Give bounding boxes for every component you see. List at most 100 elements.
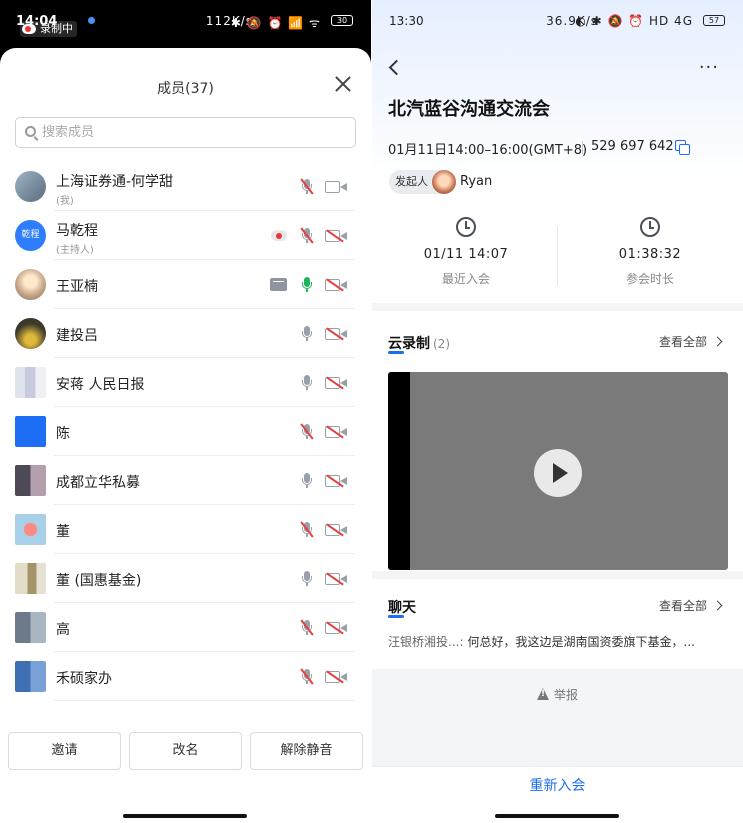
chat-preview[interactable]: 汪银桥湘投...: 何总好，我这边是湖南国资委旗下基金，...	[388, 633, 728, 650]
host-avatar	[432, 170, 456, 194]
mic-muted-icon[interactable]	[300, 668, 314, 685]
report-label: 举报	[553, 688, 578, 702]
member-name: 董 (国惠基金)	[56, 573, 142, 589]
member-row[interactable]: 禾硕家办	[0, 652, 371, 701]
close-icon[interactable]	[335, 76, 351, 92]
mic-icon[interactable]	[302, 473, 312, 488]
warning-icon	[536, 688, 550, 700]
notification-dot-icon	[88, 17, 95, 24]
camera-off-icon[interactable]	[325, 376, 347, 390]
rejoin-bar: 重新入会	[372, 766, 743, 823]
mic-icon[interactable]	[302, 326, 312, 341]
duration-stat: 01:38:32 参会时长	[570, 217, 730, 287]
avatar	[15, 465, 46, 496]
avatar	[15, 171, 46, 202]
chat-message: 何总好，我这边是湖南国资委旗下基金，...	[467, 635, 695, 649]
last-join-stat: 01/11 14:07 最近入会	[386, 217, 546, 287]
camera-off-icon[interactable]	[325, 523, 347, 537]
mic-muted-icon[interactable]	[300, 178, 314, 195]
stat-value: 01/11 14:07	[423, 247, 509, 262]
title-underline	[388, 615, 404, 618]
meeting-header: 13:30 36.9K/s ◐ ✱ 🔕 ⏰ HD 4G 57 ··· 北汽蓝谷沟…	[372, 0, 743, 303]
member-row[interactable]: 董	[0, 505, 371, 554]
member-name: 成都立华私募	[56, 475, 140, 491]
camera-off-icon[interactable]	[325, 425, 347, 439]
recording-indicator[interactable]: 录制中	[20, 21, 77, 37]
camera-off-icon[interactable]	[325, 278, 347, 292]
home-indicator[interactable]	[123, 814, 247, 818]
clock-icon	[640, 217, 660, 237]
cloud-recording-section: 云录制 (2) 查看全部	[372, 311, 743, 571]
avatar: 乾程	[15, 220, 46, 251]
stat-value: 01:38:32	[618, 247, 682, 262]
member-row[interactable]: 乾程 马乾程 (主持人)	[0, 211, 371, 260]
camera-off-icon[interactable]	[325, 327, 347, 341]
sheet-title: 成员(37)	[157, 81, 214, 97]
camera-off-icon[interactable]	[325, 229, 347, 243]
section-title: 云录制 (2)	[388, 333, 450, 353]
view-all-chat[interactable]: 查看全部	[659, 597, 707, 614]
mic-muted-icon[interactable]	[300, 227, 314, 244]
member-row[interactable]: 上海证券通-何学甜 (我)	[0, 162, 371, 211]
avatar	[15, 367, 46, 398]
home-indicator[interactable]	[495, 814, 619, 818]
cloud-record-icon	[22, 24, 36, 34]
member-actions: 邀请 改名 解除静音	[0, 732, 371, 776]
member-role: (我)	[56, 196, 74, 207]
chat-sender: 汪银桥湘投...:	[388, 635, 464, 649]
avatar	[15, 563, 46, 594]
chat-section: 聊天 查看全部 汪银桥湘投...: 何总好，我这边是湖南国资委旗下基金，...	[372, 579, 743, 669]
status-bar: 13:30 36.9K/s ◐ ✱ 🔕 ⏰ HD 4G 57	[372, 0, 743, 40]
host-name: Ryan	[460, 174, 493, 189]
stat-divider	[557, 226, 558, 286]
avatar	[15, 514, 46, 545]
invite-button[interactable]: 邀请	[8, 732, 121, 770]
view-all-recordings[interactable]: 查看全部	[659, 333, 707, 350]
chevron-right-icon[interactable]	[712, 600, 723, 611]
camera-off-icon[interactable]	[325, 572, 347, 586]
mic-muted-icon[interactable]	[300, 619, 314, 636]
rename-button[interactable]: 改名	[129, 732, 242, 770]
recording-thumbnail[interactable]	[388, 372, 728, 570]
more-options-icon[interactable]: ···	[699, 59, 719, 77]
status-time: 13:30	[389, 14, 424, 28]
recording-label: 录制中	[40, 22, 73, 35]
members-sheet: 成员(37) 上海证券通-何学甜 (我) 乾程 马乾程 (主持人)	[0, 48, 371, 823]
camera-off-icon[interactable]	[325, 474, 347, 488]
rejoin-button[interactable]: 重新入会	[372, 775, 743, 795]
play-icon[interactable]	[534, 449, 582, 497]
mic-on-icon[interactable]	[302, 277, 312, 292]
status-icons: ✱ 🔕 ⏰ 📶 ᯤ	[230, 16, 321, 30]
camera-off-icon[interactable]	[325, 670, 347, 684]
meeting-id: 529 697 642	[591, 139, 674, 154]
member-row[interactable]: 建投吕	[0, 309, 371, 358]
avatar	[15, 612, 46, 643]
member-row[interactable]: 王亚楠	[0, 260, 371, 309]
camera-on-icon[interactable]	[325, 181, 347, 193]
report-link[interactable]: 举报	[372, 686, 743, 703]
member-row[interactable]: 安蒋 人民日报	[0, 358, 371, 407]
mic-muted-icon[interactable]	[300, 521, 314, 538]
mic-icon[interactable]	[302, 571, 312, 586]
camera-off-icon[interactable]	[325, 621, 347, 635]
member-search[interactable]	[15, 117, 356, 148]
stat-label: 参会时长	[625, 272, 674, 286]
member-row[interactable]: 高	[0, 603, 371, 652]
member-row[interactable]: 成都立华私募	[0, 456, 371, 505]
recording-count: (2)	[433, 337, 450, 351]
copy-icon[interactable]	[675, 140, 690, 155]
member-list[interactable]: 上海证券通-何学甜 (我) 乾程 马乾程 (主持人) 王亚楠 建投吕 安蒋 人民…	[0, 162, 371, 722]
chevron-right-icon[interactable]	[712, 336, 723, 347]
member-row[interactable]: 董 (国惠基金)	[0, 554, 371, 603]
back-icon[interactable]	[388, 59, 405, 76]
unmute-all-button[interactable]: 解除静音	[250, 732, 363, 770]
avatar	[15, 661, 46, 692]
member-name: 安蒋 人民日报	[56, 377, 145, 393]
mic-icon[interactable]	[302, 375, 312, 390]
search-input[interactable]	[42, 118, 342, 147]
mic-muted-icon[interactable]	[300, 423, 314, 440]
member-row[interactable]: 陈	[0, 407, 371, 456]
meeting-time: 01月11日14:00–16:00(GMT+8)	[388, 143, 588, 158]
member-name: 董	[56, 524, 70, 540]
video-letterbox	[388, 372, 410, 570]
